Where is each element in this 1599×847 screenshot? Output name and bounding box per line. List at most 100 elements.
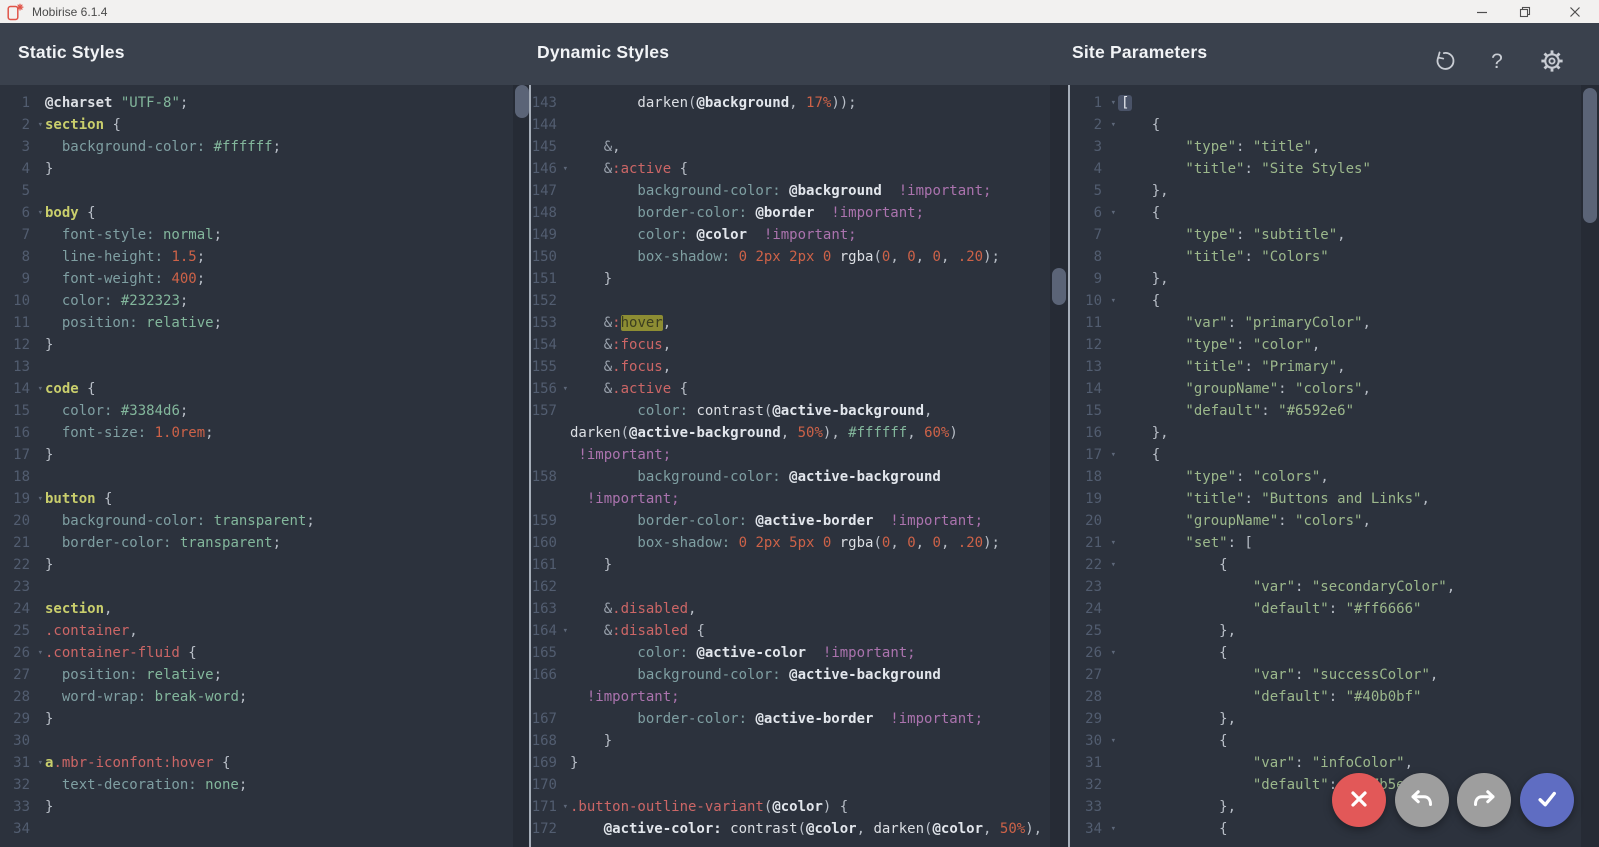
gutter: 3 [0, 136, 45, 158]
fold-arrow-icon[interactable]: ▾ [1111, 202, 1116, 224]
titlebar[interactable]: Mobirise 6.1.4 [0, 0, 1599, 23]
undo-button[interactable] [1395, 773, 1449, 827]
fold-arrow-icon[interactable]: ▾ [1111, 554, 1116, 576]
fold-arrow-icon[interactable]: ▾ [38, 114, 43, 136]
fold-arrow-icon[interactable]: ▾ [1111, 290, 1116, 312]
code-line: 158 background-color: @active-background [531, 466, 1070, 488]
line-number: 22 [13, 554, 30, 576]
redo-button[interactable] [1457, 773, 1511, 827]
line-number: 163 [532, 598, 557, 620]
scrollbar-thumb-params[interactable] [1583, 88, 1597, 223]
gutter: 168 [531, 730, 570, 752]
fold-arrow-icon[interactable]: ▾ [1111, 444, 1116, 466]
minimize-button[interactable] [1465, 0, 1499, 23]
fold-arrow-icon[interactable]: ▾ [1111, 730, 1116, 752]
code-line: 145 &, [531, 136, 1070, 158]
fold-arrow-icon[interactable]: ▾ [563, 158, 568, 180]
close-button[interactable] [1558, 0, 1592, 23]
code-text: box-shadow: 0 2px 5px 0 rgba(0, 0, 0, .2… [570, 532, 1000, 554]
gutter: 32 [0, 774, 45, 796]
line-number: 5 [22, 180, 30, 202]
gutter: 5 [1070, 180, 1118, 202]
scrollbar-thumb-static[interactable] [515, 85, 529, 118]
gutter: 15 [0, 400, 45, 422]
line-number: 19 [1085, 488, 1102, 510]
line-number: 21 [13, 532, 30, 554]
code-line: 29} [0, 708, 531, 730]
code-line: 18 "type": "colors", [1070, 466, 1599, 488]
gutter: 11 [1070, 312, 1118, 334]
fold-arrow-icon[interactable]: ▾ [38, 202, 43, 224]
line-number: 7 [1094, 224, 1102, 246]
fold-arrow-icon[interactable]: ▾ [38, 752, 43, 774]
code-text: &:disabled { [570, 620, 705, 642]
line-number: 31 [1085, 752, 1102, 774]
gutter: 27 [1070, 664, 1118, 686]
code-line: 14▾code { [0, 378, 531, 400]
line-number: 28 [1085, 686, 1102, 708]
code-line: 22} [0, 554, 531, 576]
code-line: 7 font-style: normal; [0, 224, 531, 246]
gutter: 29 [0, 708, 45, 730]
code-text: color: @active-color !important; [570, 642, 916, 664]
code-text: { [1118, 444, 1160, 466]
line-number: 26 [13, 642, 30, 664]
refresh-button[interactable] [1430, 47, 1460, 77]
code-line: 14 "groupName": "colors", [1070, 378, 1599, 400]
gutter: 172 [531, 818, 570, 840]
fold-arrow-icon[interactable]: ▾ [563, 620, 568, 642]
fold-arrow-icon[interactable]: ▾ [1111, 818, 1116, 840]
fold-arrow-icon[interactable]: ▾ [1111, 642, 1116, 664]
fold-arrow-icon[interactable]: ▾ [1111, 92, 1116, 114]
fold-arrow-icon[interactable]: ▾ [1111, 532, 1116, 554]
code-line: 165 color: @active-color !important; [531, 642, 1070, 664]
fold-arrow-icon[interactable]: ▾ [38, 378, 43, 400]
gutter: 11 [0, 312, 45, 334]
line-number: 8 [1094, 246, 1102, 268]
code-line: 3 background-color: #ffffff; [0, 136, 531, 158]
settings-button[interactable] [1537, 47, 1567, 77]
gutter: 17▾ [1070, 444, 1118, 466]
code-text: { [1118, 114, 1160, 136]
code-text: @active-color: contrast(@color, darken(@… [570, 818, 1042, 840]
code-line: 23 "var": "secondaryColor", [1070, 576, 1599, 598]
fold-arrow-icon[interactable]: ▾ [1111, 114, 1116, 136]
line-number: 19 [13, 488, 30, 510]
line-number: 33 [1085, 796, 1102, 818]
code-line: 21 border-color: transparent; [0, 532, 531, 554]
fold-arrow-icon[interactable]: ▾ [38, 642, 43, 664]
line-number: 2 [1094, 114, 1102, 136]
code-line: 3 "type": "title", [1070, 136, 1599, 158]
line-number: 23 [1085, 576, 1102, 598]
code-text: background-color: transparent; [45, 510, 315, 532]
code-line: 162 [531, 576, 1070, 598]
gutter: 33 [1070, 796, 1118, 818]
code-text: &, [570, 136, 621, 158]
fold-arrow-icon[interactable]: ▾ [38, 488, 43, 510]
cancel-button[interactable] [1332, 773, 1386, 827]
static-styles-editor[interactable]: 1@charset "UTF-8";2▾section {3 backgroun… [0, 85, 531, 847]
apply-button[interactable] [1520, 773, 1574, 827]
line-number: 27 [1085, 664, 1102, 686]
code-line: !important; [531, 444, 1070, 466]
line-number: 7 [22, 224, 30, 246]
gutter: 170 [531, 774, 570, 796]
help-button[interactable]: ? [1482, 47, 1512, 77]
line-number: 16 [13, 422, 30, 444]
code-line: 27 position: relative; [0, 664, 531, 686]
gutter: 12 [1070, 334, 1118, 356]
gutter: 156▾ [531, 378, 570, 400]
code-text: "var": "successColor", [1118, 664, 1438, 686]
code-text: } [45, 796, 53, 818]
code-text: } [570, 752, 578, 774]
restore-button[interactable] [1508, 0, 1542, 23]
site-parameters-editor[interactable]: 1▾[2▾ {3 "type": "title",4 "title": "Sit… [1070, 85, 1599, 847]
scrollbar-track[interactable] [1050, 85, 1068, 847]
dynamic-styles-editor[interactable]: 143 darken(@background, 17%));144145 &,1… [531, 85, 1070, 847]
fold-arrow-icon[interactable]: ▾ [563, 378, 568, 400]
gutter: 7 [1070, 224, 1118, 246]
fold-arrow-icon[interactable]: ▾ [563, 796, 568, 818]
scrollbar-thumb-dynamic[interactable] [1052, 268, 1066, 305]
panel-title-static-styles: Static Styles [18, 42, 125, 63]
gutter: 19 ▾ [0, 488, 45, 510]
